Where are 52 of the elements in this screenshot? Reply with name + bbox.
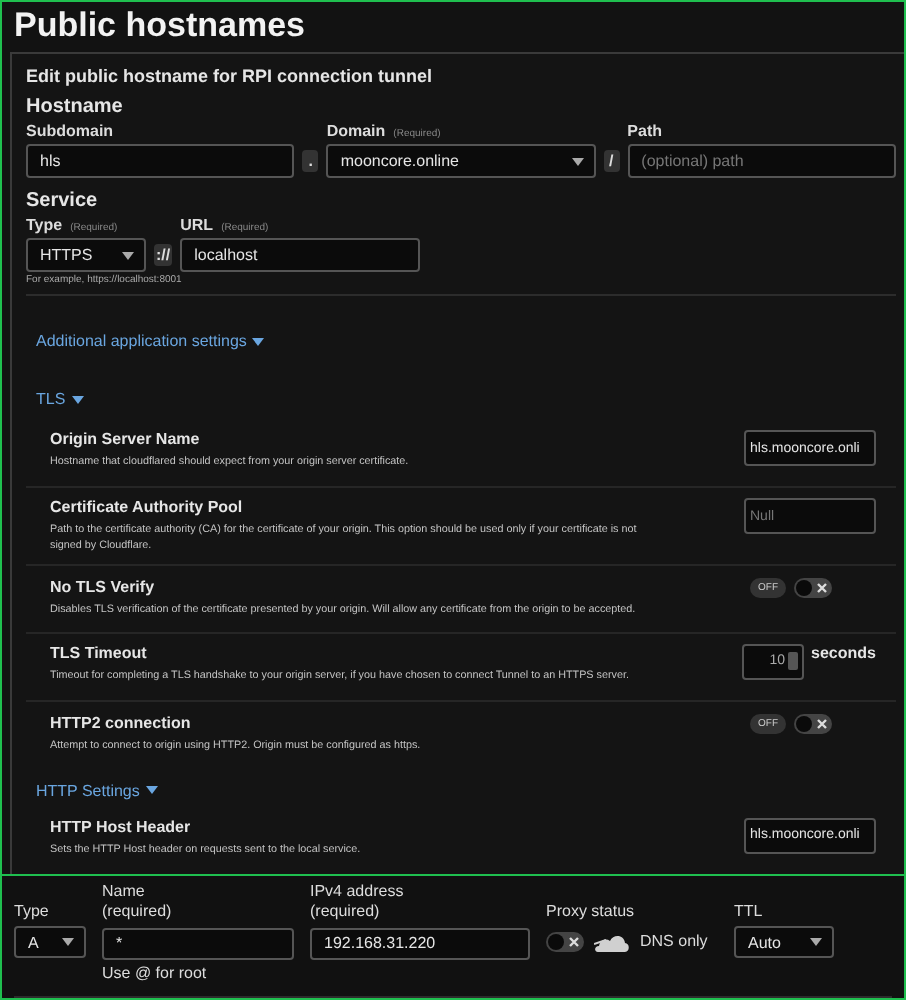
url-field[interactable]: localhost bbox=[180, 238, 421, 272]
page-title: Public hostnames bbox=[12, 6, 307, 48]
toggle-switch[interactable] bbox=[794, 577, 832, 598]
toggle-switch[interactable] bbox=[546, 932, 584, 953]
subdomain-field[interactable]: hls bbox=[26, 144, 295, 178]
caret-icon bbox=[145, 786, 158, 795]
setting-name: HTTP Host Header bbox=[50, 817, 193, 836]
type-select[interactable]: HTTPS bbox=[26, 238, 146, 272]
setting-name: No TLS Verify bbox=[50, 577, 157, 596]
caret-icon bbox=[571, 157, 584, 165]
section-toggle[interactable]: HTTP Settings bbox=[36, 781, 158, 800]
additional-settings-toggle[interactable]: Additional application settings bbox=[36, 332, 265, 350]
close-icon bbox=[816, 717, 828, 730]
field-label: Name (required) bbox=[102, 882, 174, 924]
ttl-select[interactable]: Auto bbox=[734, 926, 834, 959]
name-field[interactable]: * bbox=[102, 927, 294, 960]
close-icon bbox=[816, 581, 828, 594]
record-type-select[interactable]: A bbox=[14, 926, 86, 959]
field-label: Path bbox=[627, 122, 662, 140]
path-field[interactable]: (optional) path bbox=[627, 144, 896, 178]
cloud-icon bbox=[594, 933, 630, 952]
dot-separator: . bbox=[302, 150, 319, 172]
setting-name: Origin Server Name bbox=[50, 430, 202, 448]
setting-name: HTTP2 connection bbox=[50, 713, 193, 732]
field-label: Subdomain bbox=[26, 122, 114, 140]
setting-name: TLS Timeout bbox=[50, 643, 149, 662]
field-label: URL bbox=[180, 216, 214, 234]
caret-icon bbox=[252, 337, 265, 345]
setting-name: Certificate Authority Pool bbox=[50, 498, 245, 516]
field-label: Type bbox=[26, 216, 63, 234]
section-heading: Service bbox=[26, 190, 100, 212]
field-label: Proxy status bbox=[546, 902, 637, 923]
field-hint: Use @ for root bbox=[102, 963, 209, 985]
caret-icon bbox=[62, 938, 74, 947]
slash-separator: / bbox=[603, 150, 620, 172]
section-heading: Hostname bbox=[26, 96, 125, 118]
field-label: TTL bbox=[734, 902, 765, 923]
caret-icon bbox=[810, 938, 822, 947]
unit-label: seconds bbox=[811, 643, 876, 662]
field-label: Type bbox=[14, 902, 51, 923]
close-icon bbox=[568, 936, 580, 949]
section-toggle[interactable]: TLS bbox=[36, 390, 84, 408]
toggle-switch[interactable] bbox=[794, 713, 832, 734]
proxy-status-text: DNS only bbox=[640, 932, 708, 954]
caret-icon bbox=[122, 251, 134, 259]
field-label: Domain bbox=[326, 122, 386, 140]
domain-select[interactable]: mooncore.online bbox=[326, 144, 596, 178]
caret-icon bbox=[71, 395, 84, 403]
form-title: Edit public hostname for RPI connection tunnel bbox=[26, 66, 435, 86]
ipv4-field[interactable]: 192.168.31.220 bbox=[310, 927, 530, 960]
field-label: IPv4 address (required) bbox=[310, 882, 406, 924]
scheme-separator: :// bbox=[154, 244, 173, 266]
